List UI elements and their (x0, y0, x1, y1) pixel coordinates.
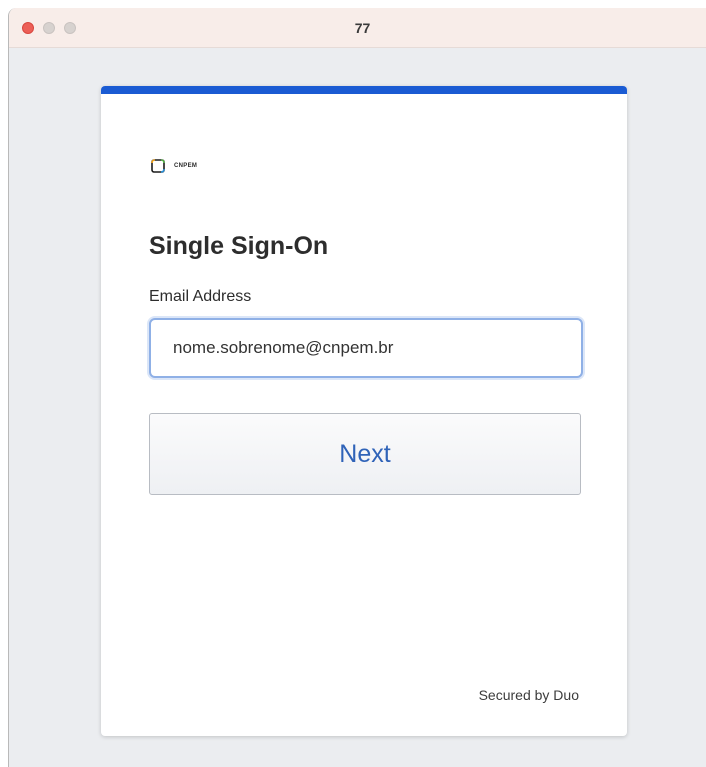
sso-window: 77 CNPEM Single Sign-On Email Address Ne… (8, 8, 706, 767)
screen: 77 CNPEM Single Sign-On Email Address Ne… (0, 0, 706, 767)
email-input[interactable] (149, 318, 583, 378)
title-bar: 77 (9, 8, 706, 48)
email-label: Email Address (149, 288, 252, 305)
page-heading: Single Sign-On (149, 232, 329, 260)
login-card: CNPEM Single Sign-On Email Address Next … (101, 86, 627, 736)
organization-logo: CNPEM (151, 159, 197, 173)
card-accent-bar (101, 86, 627, 94)
window-title: 77 (354, 20, 371, 36)
cnpem-logo-icon (151, 159, 165, 173)
next-button[interactable]: Next (149, 413, 581, 495)
secured-by-duo-text: Secured by Duo (478, 687, 579, 703)
logo-text: CNPEM (174, 163, 198, 169)
